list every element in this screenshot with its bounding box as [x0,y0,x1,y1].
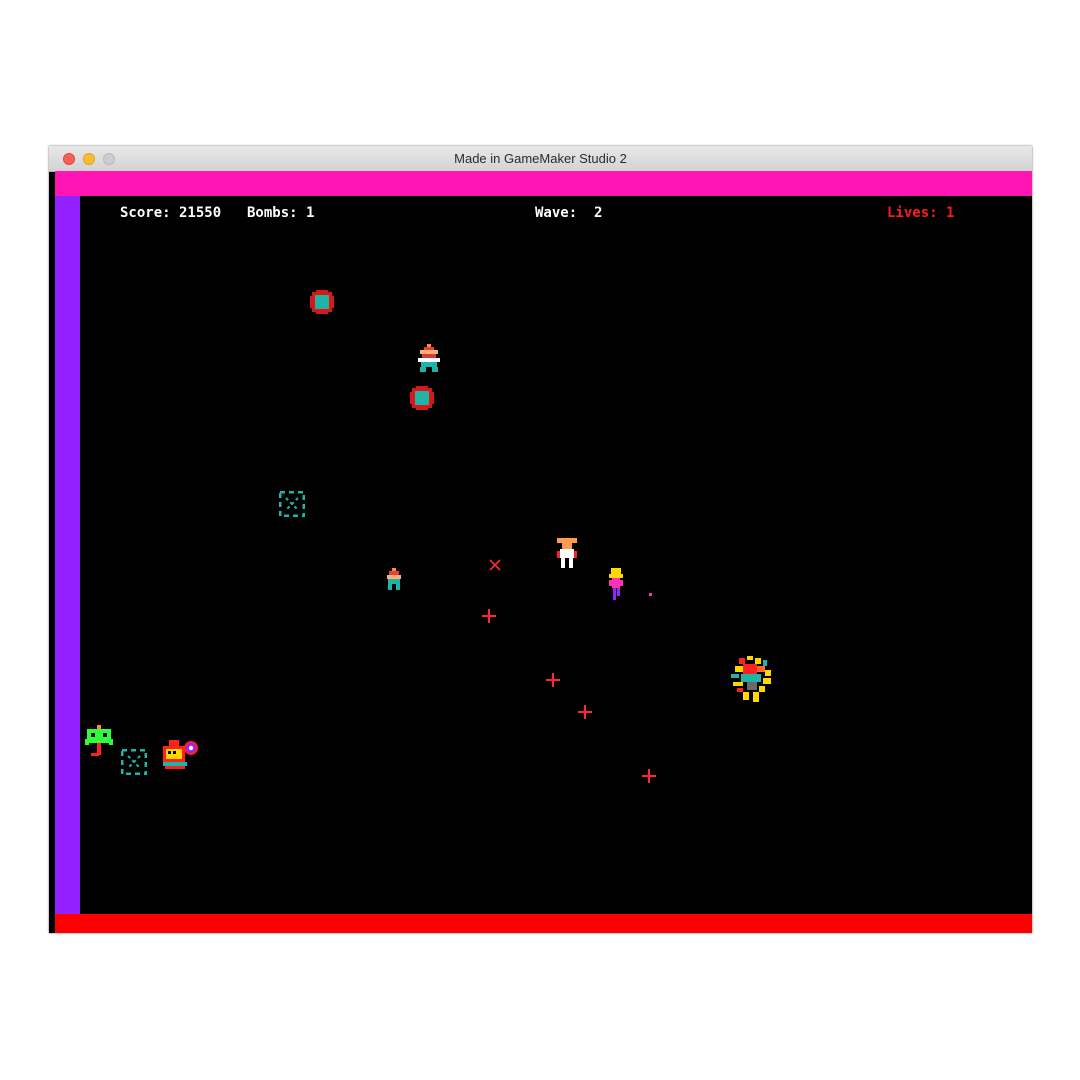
lives-readout: Lives: 1 [887,205,955,221]
enforcer-spark [649,593,653,597]
explosion-burst [729,654,775,706]
title-bar: Made in GameMaker Studio 2 [49,146,1032,172]
player-sprite [556,538,578,570]
cross-shot [642,769,656,783]
grunt-enemy [416,344,442,374]
mommy-human [607,568,625,602]
cross-shot [546,673,560,687]
grunt-enemy [385,568,403,592]
score-readout: Score: 21550 [120,205,222,221]
arena-wall-left [55,196,80,914]
cross-shot [578,705,592,719]
spheroid-enemy [121,749,147,775]
electrode-enemy [308,288,336,316]
game-window: Made in GameMaker Studio 2 Score: 21550 … [49,146,1032,933]
electrode-enemy [408,384,436,412]
arena-wall-bottom [55,914,1032,933]
wave-readout: Wave: 2 [535,205,603,221]
window-title: Made in GameMaker Studio 2 [454,151,627,166]
x-spark [489,559,501,571]
bombs-readout: Bombs: 1 [247,205,315,221]
brain-enemy [161,738,201,774]
hulk-enemy [85,725,113,759]
cross-shot [482,609,496,623]
arena-wall-top [55,171,1032,196]
spheroid-enemy [279,491,305,517]
